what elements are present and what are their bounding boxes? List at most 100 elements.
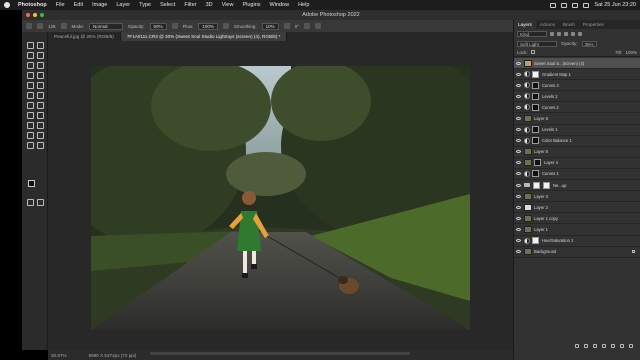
doc-tab-active[interactable]: 7F1A0111.CR3 @ 30% (Sweet Soul Studio Li…	[120, 32, 288, 41]
frame-tool-icon[interactable]	[36, 61, 44, 69]
layer-row[interactable]: Levels 1	[514, 125, 640, 136]
layer-opacity-field[interactable]: 35%	[581, 40, 597, 47]
layer-mask-thumbnail[interactable]	[532, 137, 539, 145]
group-mask-thumbnail[interactable]	[543, 181, 550, 189]
layer-name[interactable]: Ne...up	[553, 183, 567, 188]
symmetry-icon[interactable]	[314, 23, 321, 29]
tab-brush[interactable]: Brush	[559, 20, 579, 29]
zoom-level[interactable]: 30.87%	[51, 353, 67, 358]
layer-name[interactable]: Levels 1	[542, 127, 558, 132]
control-center-icon[interactable]	[583, 2, 590, 8]
layer-mask-thumbnail[interactable]	[532, 81, 539, 89]
mode-select[interactable]: Normal	[89, 22, 124, 30]
visibility-eye-icon[interactable]	[516, 216, 521, 220]
opacity-field[interactable]: 60%	[149, 22, 167, 30]
visibility-eye-icon[interactable]	[516, 161, 521, 165]
pressure-opacity-icon[interactable]	[171, 23, 178, 29]
menu-filter[interactable]: Filter	[184, 2, 196, 8]
layer-row[interactable]: Background	[514, 247, 640, 258]
visibility-eye-icon[interactable]	[516, 183, 521, 187]
clock[interactable]: Sat 25 Jun 23:20	[594, 2, 636, 8]
layer-mask-thumbnail[interactable]	[532, 92, 539, 100]
wifi-icon[interactable]	[561, 2, 568, 8]
tab-properties[interactable]: Properties	[579, 20, 608, 29]
layer-mask-thumbnail[interactable]	[534, 159, 541, 167]
pressure-size-icon[interactable]	[303, 23, 310, 29]
shape-tool-icon[interactable]	[26, 131, 34, 139]
quick-mask-icon[interactable]	[26, 198, 34, 206]
menu-3d[interactable]: 3D	[206, 2, 213, 8]
doc-tab-peaceful[interactable]: Peaceful.jpg @ 25% (RGB/8)	[48, 32, 121, 41]
layer-mask-thumbnail[interactable]	[532, 126, 539, 134]
tab-actions[interactable]: Actions	[536, 20, 559, 29]
layer-name[interactable]: Levels 2	[542, 94, 558, 99]
new-adjustment-icon[interactable]	[602, 343, 606, 348]
pen-tool-icon[interactable]	[36, 111, 44, 119]
trash-icon[interactable]	[629, 343, 633, 348]
gradient-tool-icon[interactable]	[26, 101, 34, 109]
filter-type-icon[interactable]	[564, 32, 568, 36]
layer-name[interactable]: Background	[534, 249, 556, 254]
tab-layers[interactable]: Layers	[514, 20, 536, 29]
layer-name[interactable]: Gradient Map 1	[542, 72, 571, 77]
visibility-eye-icon[interactable]	[516, 250, 521, 254]
layer-name[interactable]: Layer 8	[534, 116, 548, 121]
move-tool-icon[interactable]	[26, 41, 34, 49]
zoom-tool-icon[interactable]	[26, 141, 34, 149]
lasso-tool-icon[interactable]	[26, 51, 34, 59]
layer-name[interactable]: Layer 3	[534, 194, 548, 199]
blend-mode-select[interactable]: Soft Light	[517, 40, 557, 47]
layer-name[interactable]: Layer 1 copy	[534, 216, 558, 221]
visibility-eye-icon[interactable]	[516, 239, 521, 243]
lock-icon[interactable]	[530, 50, 535, 54]
layer-name[interactable]: Curves 1	[542, 171, 559, 176]
hand-tool-icon[interactable]	[36, 131, 44, 139]
brush-settings-icon[interactable]	[60, 23, 67, 29]
layer-mask-thumbnail[interactable]	[532, 70, 539, 78]
path-select-tool-icon[interactable]	[36, 121, 44, 129]
visibility-eye-icon[interactable]	[516, 72, 521, 76]
flow-field[interactable]: 100%	[198, 22, 218, 30]
smoothing-options-icon[interactable]	[283, 23, 290, 29]
layer-mask-thumbnail[interactable]	[532, 103, 539, 111]
layer-row[interactable]: Layer 8	[514, 113, 640, 125]
smoothing-field[interactable]: 10%	[261, 22, 279, 30]
visibility-eye-icon[interactable]	[516, 94, 521, 98]
layer-row[interactable]: Sweet Soul S...(screen) (4)	[514, 58, 640, 70]
layer-name[interactable]: Curves 2	[542, 105, 559, 110]
menu-window[interactable]: Window	[270, 2, 290, 8]
eyedropper-tool-icon[interactable]	[26, 71, 34, 79]
brush-tool-icon[interactable]	[26, 81, 34, 89]
visibility-eye-icon[interactable]	[516, 150, 521, 154]
layer-row[interactable]: Color Balance 1	[514, 136, 640, 147]
layer-mask-thumbnail[interactable]	[532, 237, 539, 245]
apple-icon[interactable]	[4, 2, 10, 8]
layer-row[interactable]: Layer 4	[514, 158, 640, 169]
layer-row[interactable]: Layer 3	[514, 191, 640, 203]
filter-smart-object-icon[interactable]	[578, 32, 582, 36]
layer-row[interactable]: Layer 1 copy	[514, 213, 640, 225]
layer-row[interactable]: Layer 6	[514, 147, 640, 158]
zoom-window-icon[interactable]	[40, 13, 44, 17]
edit-toolbar-icon[interactable]	[36, 141, 44, 149]
layer-row[interactable]: Curves 1	[514, 169, 640, 181]
eraser-tool-icon[interactable]	[36, 91, 44, 99]
marquee-tool-icon[interactable]	[36, 41, 44, 49]
document-info[interactable]: 6960 X 5374px (72 ppi)	[89, 353, 137, 358]
visibility-eye-icon[interactable]	[516, 227, 521, 231]
filter-shape-icon[interactable]	[571, 32, 575, 36]
menu-image[interactable]: Image	[92, 2, 107, 8]
fill-field[interactable]: 100%	[625, 50, 637, 55]
layer-name[interactable]: Layer 1	[534, 227, 548, 232]
visibility-eye-icon[interactable]	[516, 117, 521, 121]
filter-pixel-icon[interactable]	[550, 32, 554, 36]
layer-row[interactable]: Curves 2	[514, 102, 640, 114]
layer-row[interactable]: Gradient Map 1	[514, 69, 640, 81]
airbrush-icon[interactable]	[222, 23, 229, 29]
horizontal-scrollbar[interactable]	[150, 352, 410, 355]
layer-name[interactable]: Curves 3	[542, 83, 559, 88]
healing-brush-tool-icon[interactable]	[36, 71, 44, 79]
link-layers-icon[interactable]	[575, 343, 579, 348]
layer-name[interactable]: Layer 2	[534, 205, 548, 210]
visibility-eye-icon[interactable]	[516, 172, 521, 176]
